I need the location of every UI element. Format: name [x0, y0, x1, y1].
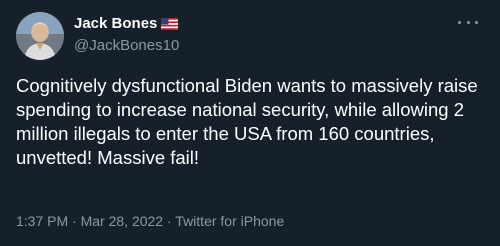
meta-separator: ·: [163, 213, 176, 229]
tweet-meta: 1:37 PM · Mar 28, 2022 · Twitter for iPh…: [16, 213, 284, 229]
tweet-source[interactable]: Twitter for iPhone: [175, 213, 284, 229]
avatar-image: [16, 12, 64, 60]
display-name[interactable]: Jack Bones: [74, 15, 157, 34]
tweet-text: Cognitively dysfunctional Biden wants to…: [16, 75, 478, 168]
tweet-header: Jack Bones @JackBones10: [16, 12, 484, 60]
tweet-card: Jack Bones @JackBones10 Cognitively dysf…: [0, 0, 500, 246]
name-row: Jack Bones: [74, 15, 179, 34]
avatar[interactable]: [16, 12, 64, 60]
dot-icon: [475, 20, 478, 24]
dot-icon: [458, 20, 461, 24]
user-handle[interactable]: @JackBones10: [74, 37, 179, 56]
more-options-icon[interactable]: [458, 18, 478, 26]
tweet-date[interactable]: Mar 28, 2022: [81, 213, 164, 229]
user-info: Jack Bones @JackBones10: [74, 15, 179, 56]
us-flag-icon: [161, 18, 179, 31]
tweet-time[interactable]: 1:37 PM: [16, 213, 68, 229]
meta-separator: ·: [68, 213, 81, 229]
dot-icon: [466, 20, 470, 24]
